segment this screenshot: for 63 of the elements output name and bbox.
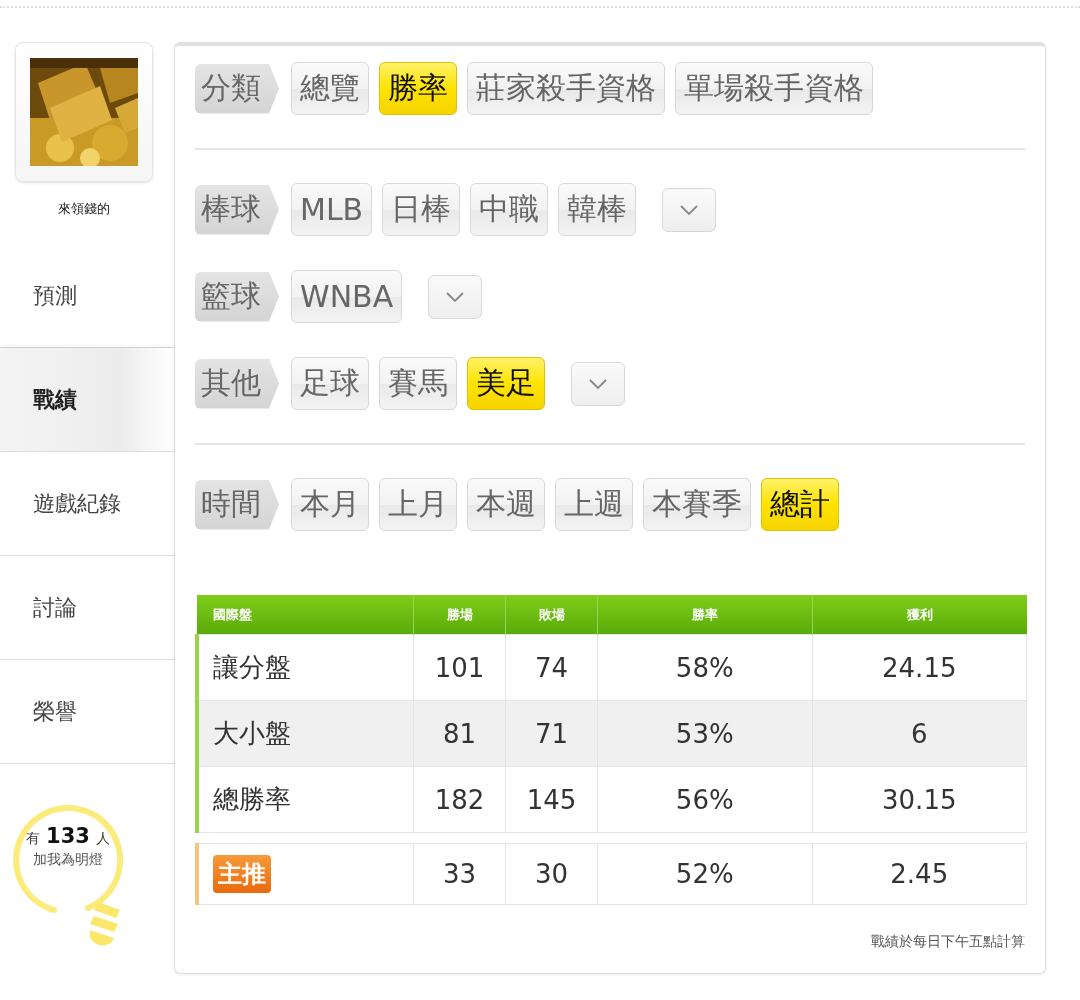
filter-option[interactable]: 莊家殺手資格 <box>467 62 665 115</box>
filter-label: 時間 <box>195 479 279 530</box>
filter-option[interactable]: 本月 <box>291 478 369 531</box>
column-header: 獲利 <box>812 595 1027 635</box>
dropdown-button[interactable] <box>428 274 483 319</box>
filter-label: 棒球 <box>195 184 279 235</box>
row-label: 總勝率 <box>197 766 414 833</box>
filter-option[interactable]: 韓棒 <box>558 183 637 236</box>
filter-option[interactable]: MLB <box>291 183 373 236</box>
fans-suffix: 人 <box>95 830 110 848</box>
table-cell: 58% <box>597 634 812 701</box>
table-cell: 52% <box>597 843 812 905</box>
filter-label: 分類 <box>195 63 279 114</box>
fans-count: 133 <box>46 824 90 848</box>
table-cell: 145 <box>505 766 598 833</box>
table-cell: 6 <box>812 700 1027 767</box>
filter-option[interactable]: 單場殺手資格 <box>675 62 873 115</box>
dropdown-button[interactable] <box>662 187 717 232</box>
column-header: 勝率 <box>597 595 812 635</box>
table-cell: 56% <box>597 766 812 833</box>
nav-item[interactable]: 討論 <box>0 556 174 660</box>
featured-badge: 主推 <box>213 855 271 893</box>
chevron-down-icon <box>588 377 608 390</box>
user-name[interactable]: 來領錢的 <box>0 200 168 218</box>
table-cell: 53% <box>597 700 812 767</box>
row-label: 大小盤 <box>197 700 414 767</box>
chevron-down-icon <box>679 203 700 216</box>
column-header: 勝場 <box>413 595 506 635</box>
fans-caption: 加我為明燈 <box>32 851 104 869</box>
table-cell: 71 <box>505 700 598 767</box>
nav-item[interactable]: 遊戲紀錄 <box>0 452 174 556</box>
filter-option[interactable]: 總計 <box>761 478 839 531</box>
filter-option[interactable]: 中職 <box>470 183 549 236</box>
table-cell: 30.15 <box>812 766 1027 833</box>
filter-label: 其他 <box>195 358 279 409</box>
filter-option[interactable]: 上週 <box>555 478 633 531</box>
filter-option[interactable]: WNBA <box>291 270 403 323</box>
dropdown-button[interactable] <box>571 361 625 406</box>
fans-prefix: 有 <box>26 830 41 848</box>
filter-option[interactable]: 總覽 <box>291 62 369 115</box>
filter-option[interactable]: 日棒 <box>382 183 461 236</box>
table-cell: 74 <box>505 634 598 701</box>
filter-option[interactable]: 勝率 <box>379 62 457 115</box>
filter-option[interactable]: 賽馬 <box>379 357 457 410</box>
table-cell: 2.45 <box>812 843 1027 905</box>
column-header: 敗場 <box>505 595 598 635</box>
nav-item[interactable]: 戰績 <box>0 348 174 452</box>
filter-option[interactable]: 本賽季 <box>643 478 751 531</box>
column-header: 國際盤 <box>197 595 414 635</box>
table-cell: 30 <box>505 843 598 905</box>
footnote: 戰績於每日下午五點計算 <box>870 933 1025 951</box>
filter-option[interactable]: 足球 <box>291 357 369 410</box>
nav-item[interactable]: 榮譽 <box>0 660 174 764</box>
filter-label: 籃球 <box>195 271 279 322</box>
table-cell: 33 <box>413 843 506 905</box>
filter-option[interactable]: 美足 <box>467 357 545 410</box>
filter-option[interactable]: 上月 <box>379 478 457 531</box>
filter-option[interactable]: 本週 <box>467 478 545 531</box>
table-cell: 182 <box>413 766 506 833</box>
table-cell: 101 <box>413 634 506 701</box>
chevron-down-icon <box>445 290 466 303</box>
table-cell: 81 <box>413 700 506 767</box>
table-cell: 24.15 <box>812 634 1027 701</box>
